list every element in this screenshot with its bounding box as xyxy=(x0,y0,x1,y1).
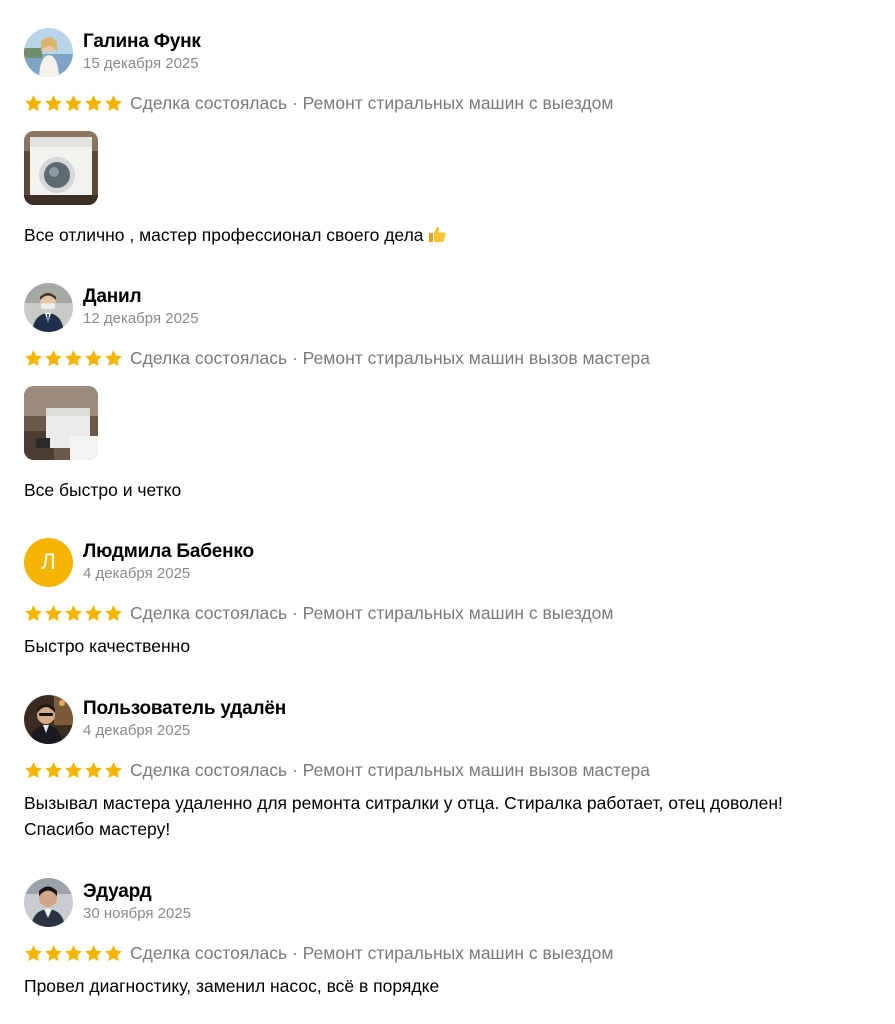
review-meta-row: Сделка состоялась · Ремонт стиральных ма… xyxy=(24,941,874,965)
review-item: Данил 12 декабря 2025 Сделка состоялась … xyxy=(24,282,874,503)
star-icon xyxy=(45,94,62,111)
review-meta-row: Сделка состоялась · Ремонт стиральных ма… xyxy=(24,346,874,370)
rating-stars xyxy=(24,604,123,623)
review-header: Эдуард 30 ноября 2025 xyxy=(24,877,874,927)
star-icon xyxy=(25,604,42,621)
review-photo[interactable] xyxy=(24,131,98,205)
rating-stars xyxy=(24,94,123,113)
rating-stars xyxy=(24,761,123,780)
star-icon xyxy=(85,944,102,961)
review-item: Галина Функ 15 декабря 2025 Сделка состо… xyxy=(24,27,874,251)
review-item: Пользователь удалён 4 декабря 2025 Сделк… xyxy=(24,694,874,842)
review-meta-row: Сделка состоялась · Ремонт стиральных ма… xyxy=(24,758,874,782)
review-date: 30 ноября 2025 xyxy=(83,905,192,922)
review-date: 4 декабря 2025 xyxy=(83,565,191,582)
deal-info: Сделка состоялась · Ремонт стиральных ма… xyxy=(130,760,651,780)
review-text: Все быстро и четко xyxy=(24,480,182,500)
deal-info: Сделка состоялась · Ремонт стиральных ма… xyxy=(130,348,651,368)
star-icon xyxy=(65,604,82,621)
review-date: 4 декабря 2025 xyxy=(83,722,191,739)
author-name[interactable]: Эдуард xyxy=(83,880,191,904)
review-photo[interactable] xyxy=(24,386,98,460)
review-header: Галина Функ 15 декабря 2025 xyxy=(24,27,874,77)
review-text: Провел диагностику, заменил насос, всё в… xyxy=(24,976,440,996)
review-text: Вызывал мастера удаленно для ремонта сит… xyxy=(24,790,874,842)
star-icon xyxy=(85,604,102,621)
deal-info: Сделка состоялась · Ремонт стиральных ма… xyxy=(130,93,614,113)
star-icon xyxy=(105,349,122,366)
star-icon xyxy=(105,761,122,778)
avatar[interactable]: Л xyxy=(24,537,73,587)
review-text-body: Все отлично , мастер профессионал своего… xyxy=(24,225,424,245)
deal-info: Сделка состоялась · Ремонт стиральных ма… xyxy=(130,603,614,623)
star-icon xyxy=(105,94,122,111)
avatar[interactable] xyxy=(24,27,73,77)
star-icon xyxy=(85,349,102,366)
review-meta-row: Сделка состоялась · Ремонт стиральных ма… xyxy=(24,91,874,115)
star-icon xyxy=(25,94,42,111)
avatar[interactable] xyxy=(24,282,73,332)
star-icon xyxy=(85,761,102,778)
review-date: 15 декабря 2025 xyxy=(83,55,199,72)
star-icon xyxy=(105,604,122,621)
rating-stars xyxy=(24,349,123,368)
review-header: Данил 12 декабря 2025 xyxy=(24,282,874,332)
thumbs-up-icon xyxy=(427,224,447,251)
author-name[interactable]: Данил xyxy=(83,285,199,309)
author-name[interactable]: Галина Функ xyxy=(83,30,201,54)
review-item: Л Людмила Бабенко 4 декабря 2025 Сделка … xyxy=(24,537,874,659)
review-header: Л Людмила Бабенко 4 декабря 2025 xyxy=(24,537,874,587)
star-icon xyxy=(25,761,42,778)
avatar[interactable] xyxy=(24,694,73,744)
review-text: Все отлично , мастер профессионал своего… xyxy=(24,222,874,251)
star-icon xyxy=(45,604,62,621)
review-meta-row: Сделка состоялась · Ремонт стиральных ма… xyxy=(24,601,874,625)
star-icon xyxy=(65,761,82,778)
star-icon xyxy=(45,761,62,778)
star-icon xyxy=(25,944,42,961)
author-name[interactable]: Людмила Бабенко xyxy=(83,540,254,564)
review-header: Пользователь удалён 4 декабря 2025 xyxy=(24,694,874,744)
star-icon xyxy=(65,944,82,961)
reviews-list: Галина Функ 15 декабря 2025 Сделка состо… xyxy=(0,0,895,1024)
star-icon xyxy=(45,349,62,366)
rating-stars xyxy=(24,944,123,963)
deal-info: Сделка состоялась · Ремонт стиральных ма… xyxy=(130,943,614,963)
review-text-line: Спасибо мастеру! xyxy=(24,819,171,839)
review-text-line: Вызывал мастера удаленно для ремонта сит… xyxy=(24,793,783,813)
star-icon xyxy=(65,349,82,366)
star-icon xyxy=(105,944,122,961)
review-item: Эдуард 30 ноября 2025 Сделка состоялась … xyxy=(24,877,874,999)
avatar[interactable] xyxy=(24,877,73,927)
author-name[interactable]: Пользователь удалён xyxy=(83,697,286,721)
star-icon xyxy=(85,94,102,111)
review-text: Быстро качественно xyxy=(24,636,191,656)
review-date: 12 декабря 2025 xyxy=(83,310,199,327)
star-icon xyxy=(25,349,42,366)
star-icon xyxy=(65,94,82,111)
star-icon xyxy=(45,944,62,961)
